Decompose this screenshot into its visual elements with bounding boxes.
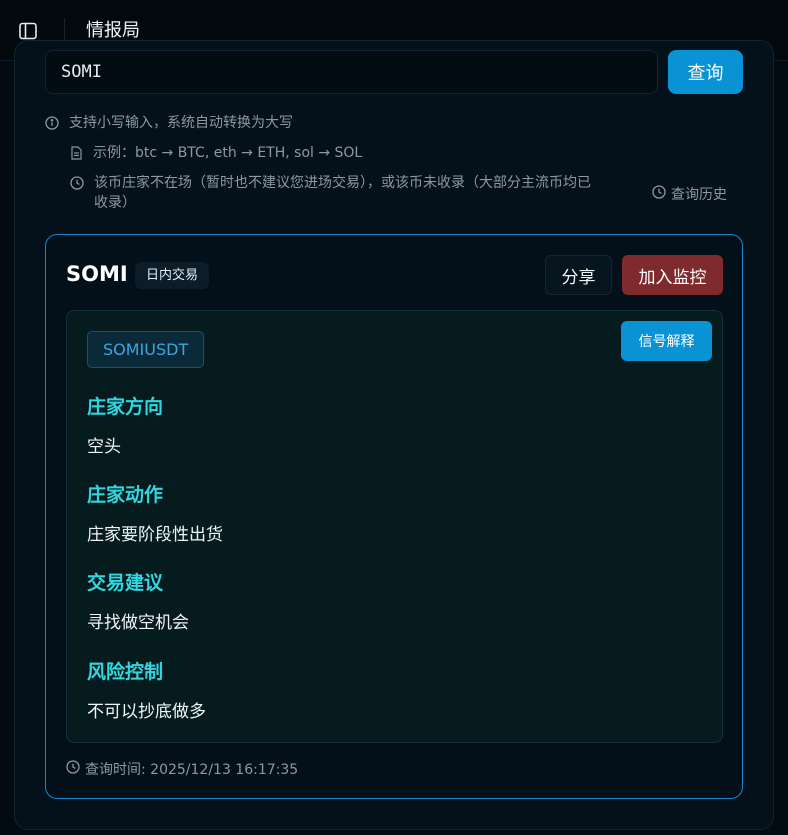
section-heading-direction: 庄家方向 bbox=[87, 396, 164, 418]
section-value-advice: 寻找做空机会 bbox=[87, 613, 189, 633]
document-icon bbox=[70, 143, 93, 166]
query-history-label: 查询历史 bbox=[671, 187, 727, 203]
signal-explain-button[interactable]: 信号解释 bbox=[621, 321, 712, 361]
section-value-action: 庄家要阶段性出货 bbox=[87, 525, 223, 545]
clock-icon bbox=[66, 760, 85, 778]
sidebar-toggle-icon[interactable] bbox=[18, 21, 38, 41]
query-history-link[interactable]: 查询历史 bbox=[652, 184, 727, 204]
info-icon bbox=[45, 113, 69, 136]
hint-text-line2: 收录） bbox=[94, 195, 136, 211]
share-button[interactable]: 分享 bbox=[545, 255, 612, 295]
clock-icon bbox=[70, 173, 94, 196]
trading-pair-tag: SOMIUSDT bbox=[87, 331, 205, 368]
coin-name: SOMI bbox=[66, 262, 128, 286]
add-monitor-button[interactable]: 加入监控 bbox=[622, 255, 723, 295]
signal-box: SOMIUSDT 信号解释 庄家方向 空头 庄家动作 庄家要阶段性出货 交易建议… bbox=[66, 310, 723, 743]
result-card: SOMI 日内交易 分享 加入监控 SOMIUSDT 信号解释 庄家方向 空头 … bbox=[45, 234, 743, 799]
hint-example: 示例：btc → BTC, eth → ETH, sol → SOL bbox=[70, 143, 362, 166]
query-time-text: 查询时间: 2025/12/13 16:17:35 bbox=[85, 762, 299, 778]
hint-text-line1: 该币庄家不在场（暂时也不建议您进场交易），或该币未收录（大部分主流币均已 bbox=[94, 175, 591, 191]
section-heading-risk: 风险控制 bbox=[87, 661, 164, 683]
section-value-risk: 不可以抄底做多 bbox=[87, 702, 206, 722]
query-button[interactable]: 查询 bbox=[668, 50, 743, 94]
section-value-direction: 空头 bbox=[87, 437, 121, 457]
query-time: 查询时间: 2025/12/13 16:17:35 bbox=[66, 759, 298, 779]
hint-not-listed: 该币庄家不在场（暂时也不建议您进场交易），或该币未收录（大部分主流币均已 收录） bbox=[70, 173, 640, 213]
hint-lowercase: 支持小写输入，系统自动转换为大写 bbox=[45, 113, 293, 136]
section-heading-advice: 交易建议 bbox=[87, 572, 164, 594]
section-heading-action: 庄家动作 bbox=[87, 484, 164, 506]
symbol-search-input[interactable] bbox=[45, 50, 658, 94]
clock-icon bbox=[652, 185, 671, 203]
hint-text: 示例：btc → BTC, eth → ETH, sol → SOL bbox=[93, 145, 363, 161]
hint-text: 支持小写输入，系统自动转换为大写 bbox=[69, 115, 293, 131]
trade-mode-badge: 日内交易 bbox=[135, 262, 210, 289]
